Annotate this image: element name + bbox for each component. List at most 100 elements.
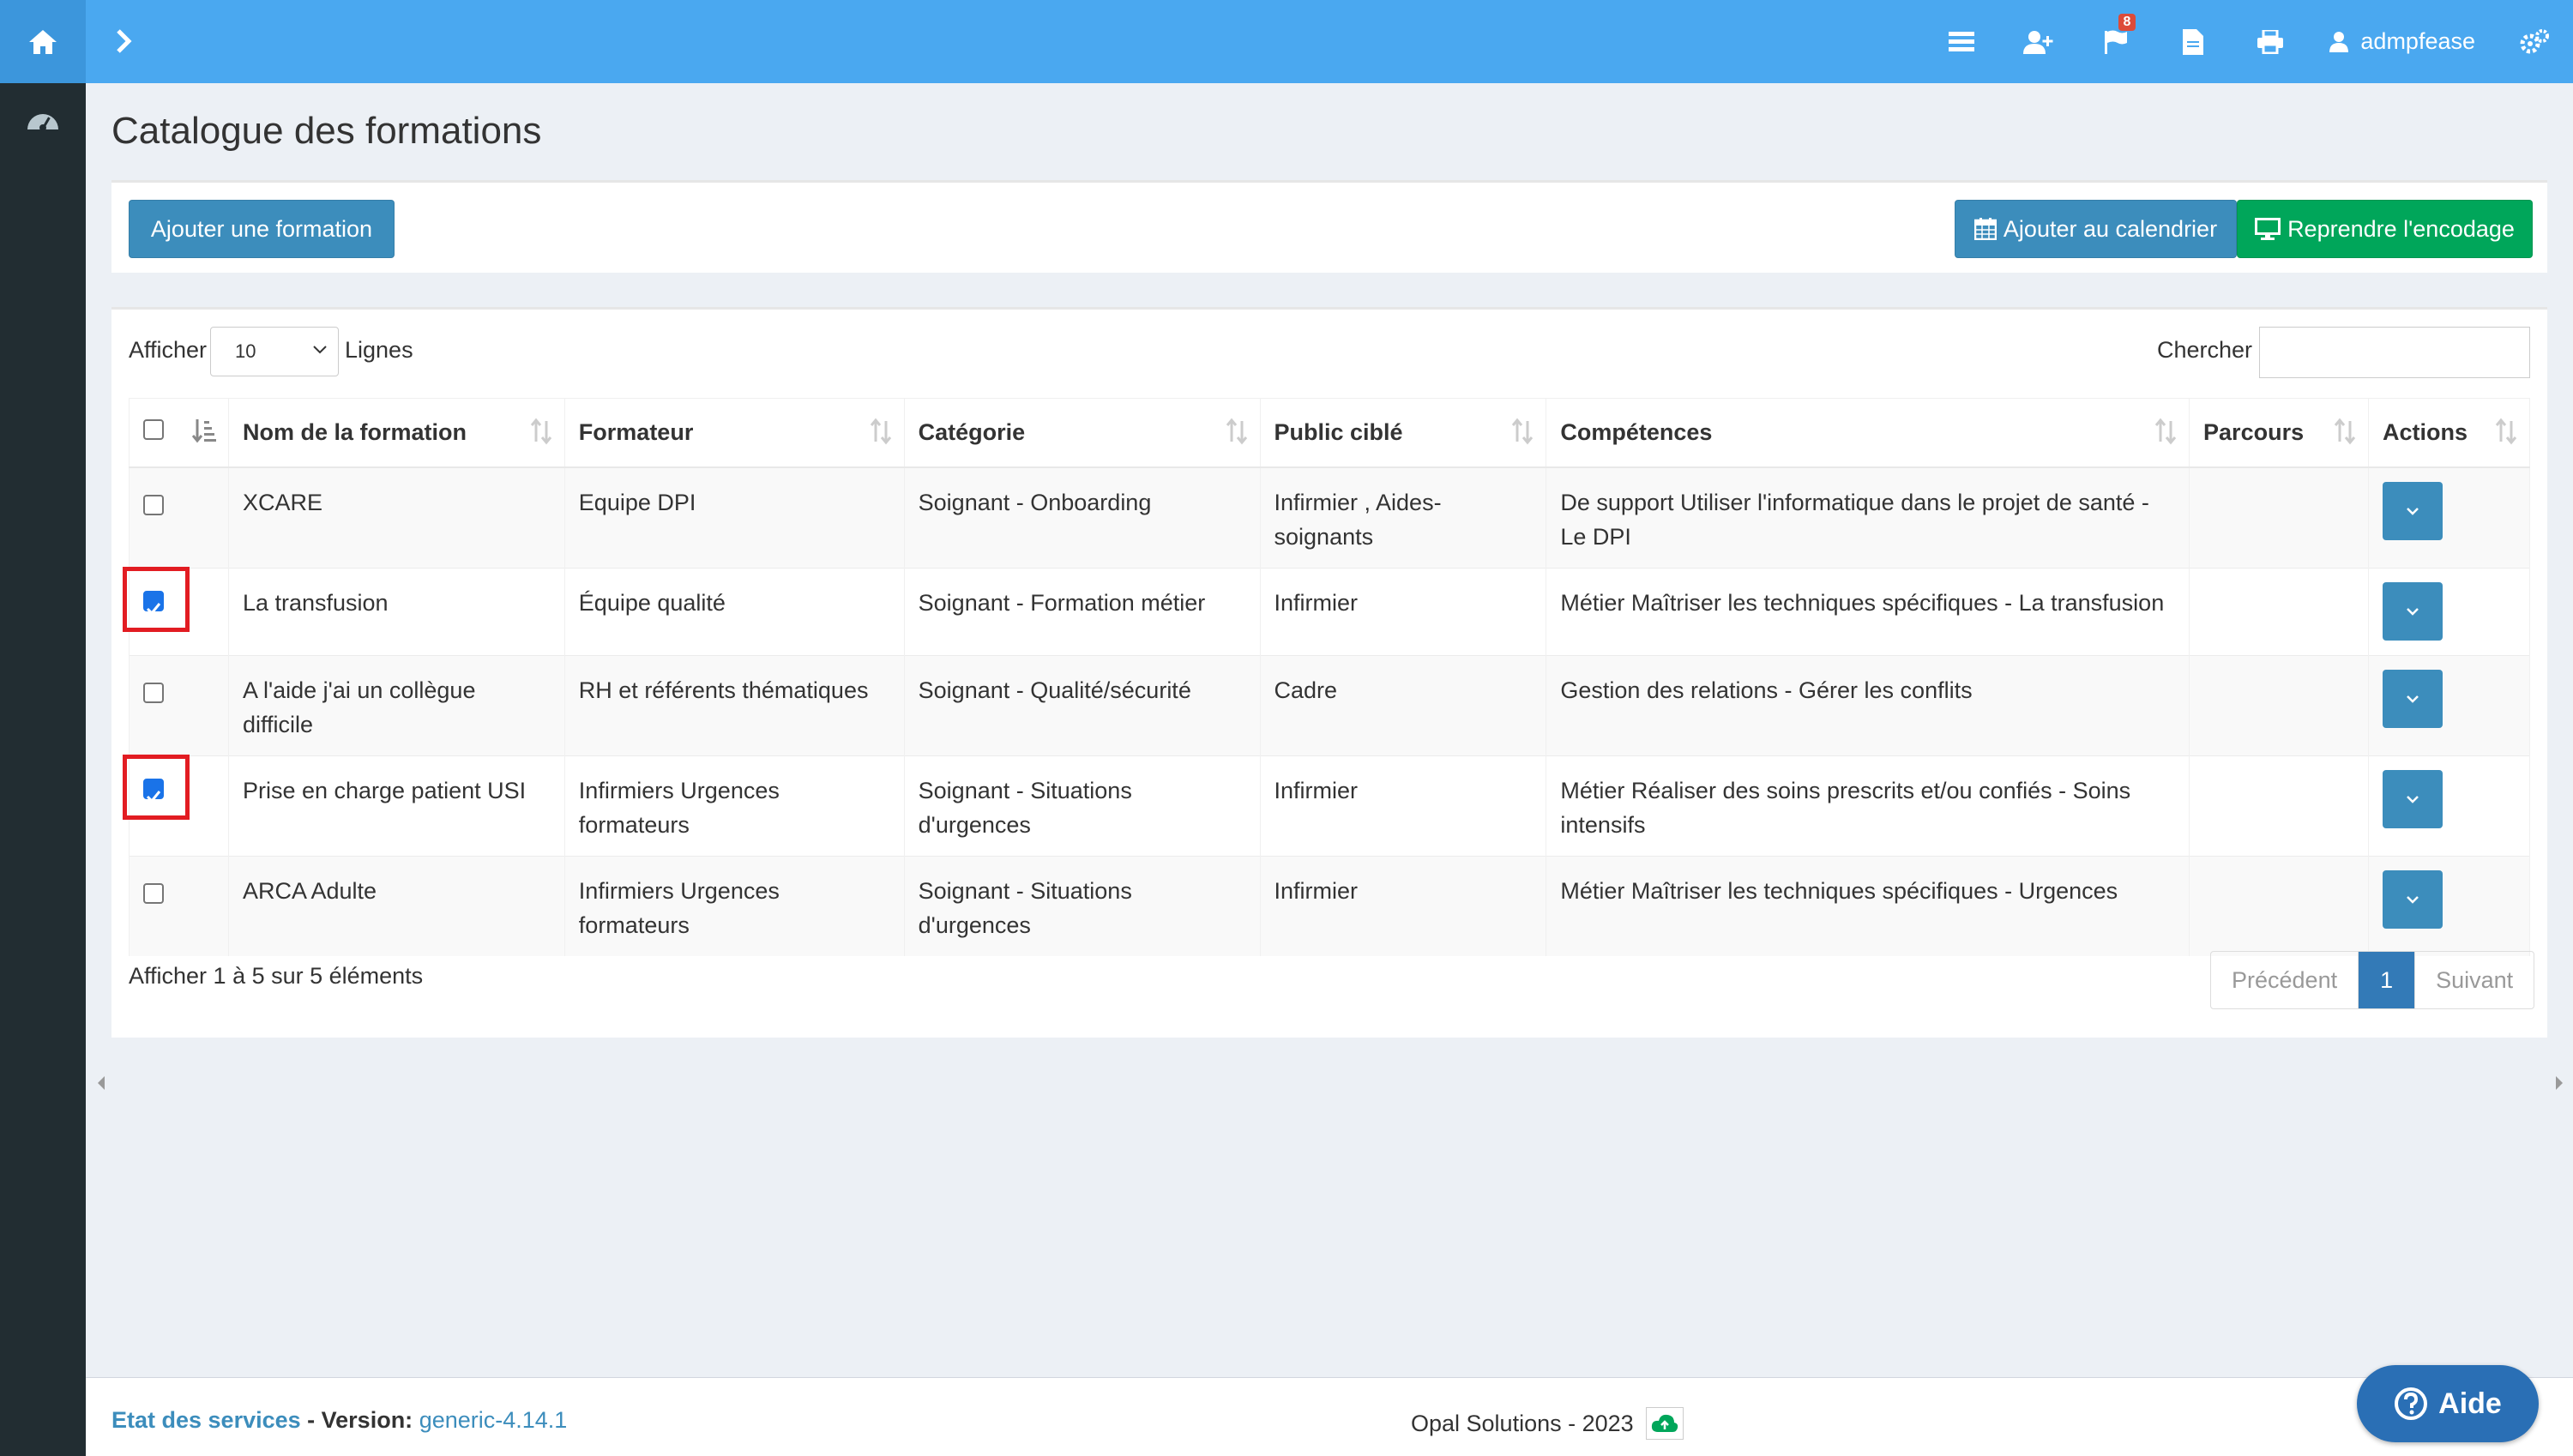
cell-skills: Gestion des relations - Gérer les confli… (1546, 654, 2190, 755)
cell-path (2189, 466, 2369, 568)
col-header-category-label: Catégorie (918, 419, 1026, 446)
row-actions-button[interactable] (2382, 669, 2443, 728)
print-icon (2257, 29, 2284, 54)
col-header-actions-label: Actions (2382, 419, 2468, 446)
cell-category: Soignant - Situations d'urgences (904, 755, 1261, 856)
cell-category: Soignant - Situations d'urgences (904, 855, 1261, 956)
page-title: Catalogue des formations (111, 110, 542, 152)
col-header-path[interactable]: Parcours (2189, 398, 2369, 468)
chevron-down-icon (2407, 695, 2419, 703)
sort-icon (2495, 418, 2517, 445)
version-label: - Version: (300, 1407, 419, 1433)
add-to-calendar-button[interactable]: Ajouter au calendrier (1955, 200, 2237, 258)
row-actions-button[interactable] (2382, 769, 2443, 828)
add-training-button[interactable]: Ajouter une formation (129, 200, 395, 258)
col-header-skills[interactable]: Compétences (1546, 398, 2190, 468)
col-header-audience-label: Public ciblé (1274, 419, 1403, 446)
col-header-actions[interactable]: Actions (2368, 398, 2531, 468)
sidebar-toggle-button[interactable] (103, 21, 144, 62)
cell-audience: Infirmier (1260, 567, 1547, 655)
footer: Etat des services - Version: generic-4.1… (86, 1377, 2573, 1456)
cell-category: Soignant - Onboarding (904, 466, 1261, 568)
resume-encoding-button[interactable]: Reprendre l'encodage (2237, 200, 2533, 258)
table-row: A l'aide j'ai un collègue difficile RH e… (129, 654, 2531, 755)
col-header-name[interactable]: Nom de la formation (228, 398, 565, 468)
pagination-info: Afficher 1 à 5 sur 5 éléments (129, 963, 424, 989)
notification-badge: 8 (2118, 14, 2136, 31)
cloud-upload-icon (1651, 1414, 1678, 1432)
col-header-skills-label: Compétences (1560, 419, 1713, 446)
table-box: Afficher 10 Lignes Chercher Nom de la fo… (111, 307, 2547, 1038)
flag-icon (2105, 30, 2128, 54)
help-button[interactable]: Aide (2357, 1365, 2539, 1442)
row-actions-button[interactable] (2382, 481, 2443, 540)
row-checkbox[interactable] (143, 494, 164, 515)
sort-icon (530, 418, 551, 445)
table-row: ARCA Adulte Infirmiers Urgences formateu… (129, 855, 2531, 956)
table-row: La transfusion Équipe qualité Soignant -… (123, 566, 2531, 655)
cell-audience: Infirmier (1260, 855, 1547, 956)
row-checkbox[interactable] (143, 682, 164, 703)
row-actions-button[interactable] (2382, 869, 2443, 929)
user-name: admpfease (2360, 28, 2475, 54)
service-status-link[interactable]: Etat des services (111, 1407, 301, 1433)
list-button[interactable] (1923, 0, 2000, 83)
cell-audience: Infirmier , Aides-soignants (1260, 466, 1547, 568)
pagination: Précédent 1 Suivant (2210, 951, 2535, 1009)
version-value: generic-4.14.1 (419, 1407, 568, 1433)
cell-category: Soignant - Qualité/sécurité (904, 654, 1261, 755)
sort-icon (870, 418, 891, 445)
chevron-right-icon (117, 29, 132, 53)
user-icon (2329, 31, 2349, 52)
scroll-right-icon[interactable] (2554, 1075, 2564, 1091)
search-input[interactable] (2259, 327, 2530, 378)
table-row: Prise en charge patient USI Infirmiers U… (123, 754, 2531, 856)
col-header-path-label: Parcours (2203, 419, 2305, 446)
cell-path (2189, 567, 2369, 655)
user-plus-icon (2023, 30, 2053, 54)
rows-per-page-select[interactable]: 10 (210, 327, 339, 376)
top-navbar: 8 admpfease (0, 0, 2573, 83)
documents-button[interactable] (2154, 0, 2232, 83)
page-1-button[interactable]: 1 (2359, 952, 2416, 1008)
user-menu[interactable]: admpfease (2309, 0, 2496, 83)
col-header-category[interactable]: Catégorie (904, 398, 1261, 468)
print-button[interactable] (2232, 0, 2309, 83)
chevron-down-icon (2407, 607, 2419, 616)
row-checkbox[interactable] (143, 882, 164, 904)
notifications-button[interactable]: 8 (2077, 0, 2154, 83)
scroll-left-icon[interactable] (96, 1075, 106, 1091)
cloud-upload-button[interactable] (1645, 1407, 1684, 1440)
next-page-button[interactable]: Suivant (2415, 952, 2534, 1008)
table-row: XCARE Equipe DPI Soignant - Onboarding I… (129, 466, 2531, 568)
list-icon (1949, 31, 1975, 51)
settings-button[interactable] (2496, 0, 2573, 83)
row-checkbox[interactable] (143, 590, 164, 615)
check-icon (146, 602, 161, 615)
sort-icon (1512, 418, 1534, 445)
cell-path (2189, 755, 2369, 856)
cell-skills: Métier Maîtriser les techniques spécifiq… (1546, 567, 2190, 655)
row-actions-button[interactable] (2382, 581, 2443, 641)
cell-trainer: Infirmiers Urgences formateurs (564, 755, 905, 856)
col-header-trainer[interactable]: Formateur (564, 398, 905, 468)
add-training-label: Ajouter une formation (150, 215, 373, 242)
select-all-checkbox[interactable] (143, 419, 164, 441)
col-header-trainer-label: Formateur (578, 419, 694, 446)
sort-amount-icon[interactable] (191, 418, 216, 443)
monitor-icon (2255, 218, 2281, 240)
check-icon (146, 790, 161, 803)
col-header-audience[interactable]: Public ciblé (1260, 398, 1547, 468)
cell-audience: Cadre (1260, 654, 1547, 755)
dashboard-icon (27, 114, 58, 131)
cogs-icon (2520, 28, 2549, 53)
resume-encoding-label: Reprendre l'encodage (2287, 215, 2515, 242)
sidebar-item-dashboard[interactable] (26, 107, 60, 137)
chevron-down-icon (313, 346, 327, 354)
select-all-header (129, 398, 229, 468)
home-button[interactable] (0, 0, 86, 83)
row-checkbox[interactable] (143, 778, 164, 803)
cell-skills: De support Utiliser l'informatique dans … (1546, 466, 2190, 568)
add-user-button[interactable] (2000, 0, 2077, 83)
previous-page-button[interactable]: Précédent (2211, 952, 2359, 1008)
